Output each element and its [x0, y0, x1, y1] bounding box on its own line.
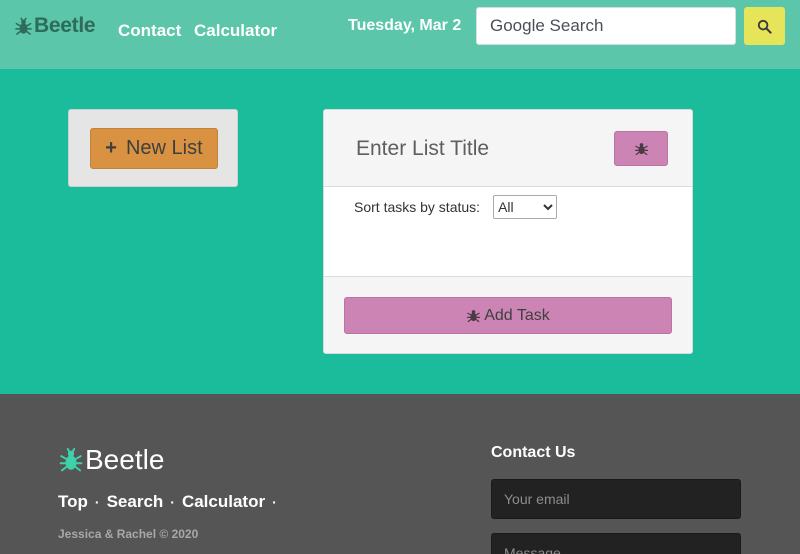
plus-icon: + — [105, 137, 117, 159]
beetle-icon — [15, 17, 32, 35]
sort-status-select[interactable]: All — [493, 195, 558, 219]
add-task-label: Add Task — [484, 306, 550, 324]
beetle-icon — [59, 447, 83, 472]
sort-row: Sort tasks by status: All — [354, 195, 558, 219]
list-header: Enter List Title — [324, 110, 692, 187]
beetle-icon — [634, 143, 648, 156]
sort-label: Sort tasks by status: — [354, 199, 481, 215]
nav-link-calculator[interactable]: Calculator — [194, 21, 277, 41]
footer-brand-label: Beetle — [85, 444, 165, 475]
footer-link-search[interactable]: Search — [107, 492, 164, 512]
separator-dot: · — [170, 494, 175, 510]
delete-list-button[interactable] — [614, 131, 668, 166]
footer-brand: Beetle — [58, 444, 164, 476]
brand-label: Beetle — [34, 14, 96, 37]
brand[interactable]: Beetle — [14, 14, 96, 38]
footer-links: Top · Search · Calculator · — [58, 492, 284, 512]
email-field[interactable] — [491, 479, 741, 519]
search-input[interactable] — [476, 7, 736, 45]
new-list-label: New List — [125, 137, 203, 159]
current-date: Tuesday, Mar 2 — [348, 17, 462, 34]
footer-link-calculator[interactable]: Calculator — [182, 492, 265, 512]
message-field[interactable] — [491, 533, 741, 554]
list-title-field[interactable]: Enter List Title — [356, 137, 489, 161]
search-button[interactable] — [744, 7, 785, 45]
beetle-icon — [467, 310, 481, 323]
separator-dot: · — [94, 494, 100, 510]
copyright: Jessica & Rachel © 2020 — [58, 527, 199, 541]
contact-title: Contact Us — [491, 444, 576, 461]
search-icon — [757, 19, 772, 34]
separator-dot: · — [272, 494, 277, 510]
navbar: Beetle Contact Calculator Tuesday, Mar 2 — [0, 0, 800, 69]
footer-link-top[interactable]: Top — [58, 492, 88, 512]
list-card: Enter List Title Sort tasks by status: A… — [323, 109, 693, 354]
add-task-button[interactable]: Add Task — [344, 297, 672, 334]
new-list-panel: + New List — [68, 109, 238, 187]
nav-link-contact[interactable]: Contact — [118, 21, 181, 41]
list-footer: Add Task — [324, 276, 692, 353]
footer: Beetle Top · Search · Calculator · Jessi… — [0, 394, 800, 554]
new-list-button[interactable]: + New List — [90, 128, 218, 169]
